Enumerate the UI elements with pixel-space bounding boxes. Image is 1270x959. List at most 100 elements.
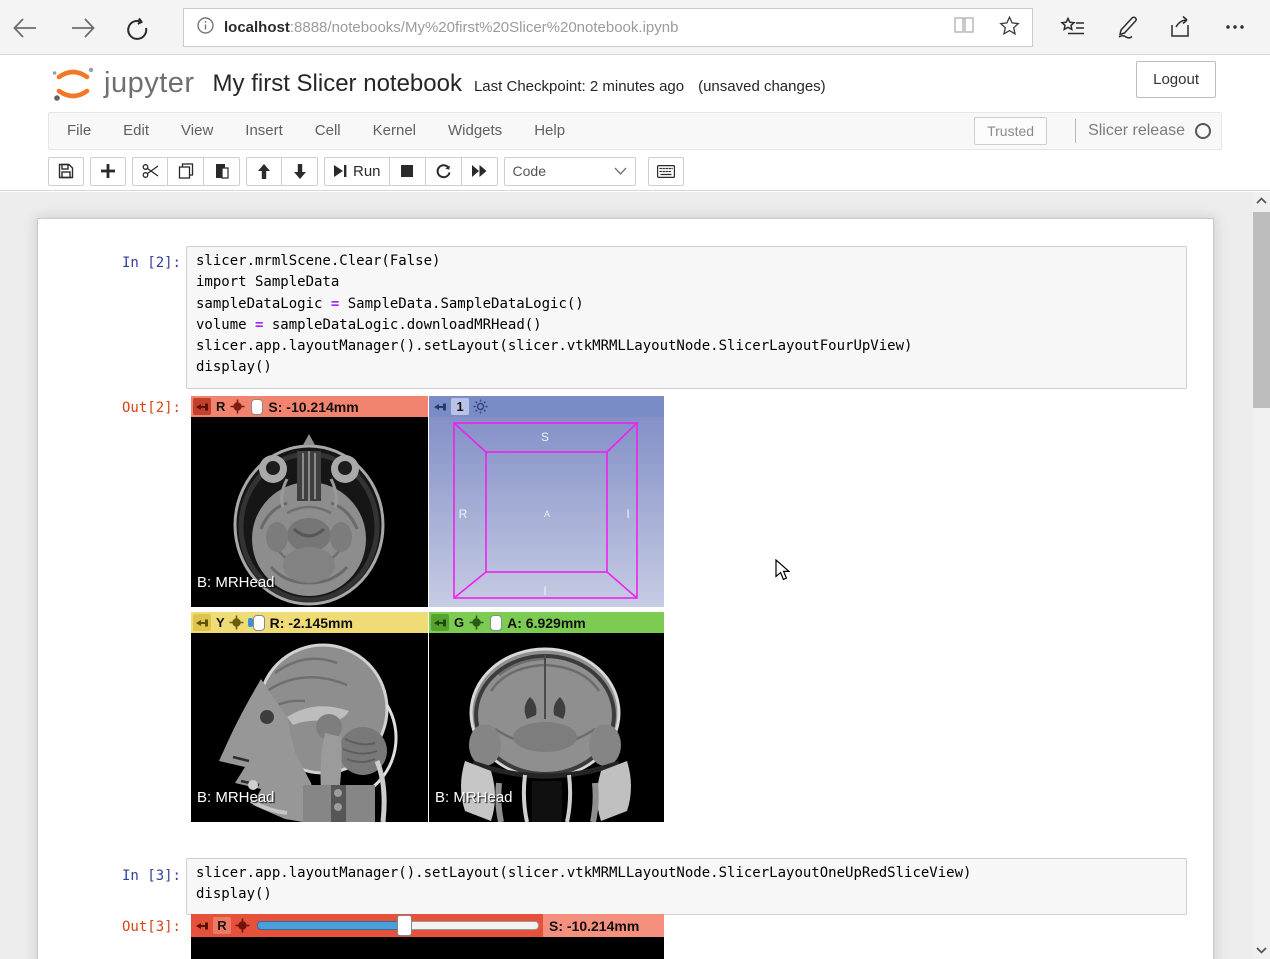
green-crosshair-button[interactable]: [467, 614, 485, 631]
menu-file[interactable]: File: [49, 113, 107, 149]
cell-type-dropdown[interactable]: Code: [504, 157, 636, 186]
svg-text:I: I: [543, 584, 546, 598]
red-crosshair-button[interactable]: [228, 398, 246, 415]
oneup-view-letter-tile: R: [213, 917, 231, 934]
url-text: localhost:8888/notebooks/My%20first%20Sl…: [224, 19, 941, 36]
logout-button[interactable]: Logout: [1136, 61, 1216, 98]
in2-code[interactable]: slicer.mrmlScene.Clear(False)import Samp…: [187, 247, 1186, 387]
svg-text:S: S: [541, 430, 549, 444]
menu-insert[interactable]: Insert: [229, 113, 299, 149]
run-button[interactable]: Run: [324, 157, 390, 186]
browser-forward-button[interactable]: [66, 12, 100, 44]
chevron-up-icon: [1256, 197, 1267, 204]
refresh-icon: [125, 16, 149, 40]
in3-code-cell[interactable]: slicer.app.layoutManager().setLayout(sli…: [186, 858, 1187, 915]
mouse-cursor: [775, 559, 790, 581]
menubar-right: Trusted Slicer release: [974, 117, 1221, 145]
move-cell-down-button[interactable]: [282, 157, 318, 186]
web-note-button[interactable]: [1100, 11, 1154, 43]
yellow-crosshair-button[interactable]: [228, 614, 246, 631]
share-button[interactable]: [1154, 11, 1208, 43]
pin-icon: [196, 921, 208, 931]
favorite-star-icon[interactable]: [999, 15, 1020, 41]
slider-empty-track[interactable]: [405, 921, 539, 930]
fourup-layout-output: R S: -10.214mm: [191, 396, 664, 823]
move-cell-up-button[interactable]: [246, 157, 282, 186]
scrollbar-thumb[interactable]: [1253, 212, 1270, 408]
favorites-hub-button[interactable]: [1046, 11, 1100, 43]
reading-view-icon[interactable]: [953, 16, 975, 39]
interrupt-kernel-button[interactable]: [390, 157, 426, 186]
notebook-title[interactable]: My first Slicer notebook: [213, 70, 462, 98]
in2-code-cell[interactable]: slicer.mrmlScene.Clear(False)import Samp…: [186, 246, 1187, 389]
green-slice-offset: A: 6.929mm: [507, 615, 586, 631]
sun-icon: [473, 399, 488, 414]
save-button[interactable]: [48, 157, 84, 186]
green-slice-image[interactable]: B: MRHead: [429, 633, 664, 822]
yellow-slice-image[interactable]: B: MRHead: [191, 633, 428, 822]
menu-widgets[interactable]: Widgets: [432, 113, 518, 149]
browser-action-icons: [1046, 11, 1262, 43]
scroll-up-button[interactable]: [1253, 192, 1270, 209]
out2-prompt: Out[2]:: [38, 400, 181, 416]
paste-cell-button[interactable]: [204, 157, 240, 186]
red-pin-button[interactable]: [193, 398, 211, 415]
oneup-offset-section: S: -10.214mm: [543, 914, 664, 937]
chevron-down-icon: [614, 167, 627, 175]
menu-help[interactable]: Help: [518, 113, 581, 149]
run-icon: [333, 164, 347, 178]
copy-cell-button[interactable]: [168, 157, 204, 186]
red-slice-slider-handle[interactable]: [251, 399, 263, 415]
pin-icon: [434, 618, 446, 628]
red-slice-image[interactable]: B: MRHead: [191, 417, 428, 607]
threed-scene[interactable]: S R I I A: [429, 417, 664, 607]
browser-refresh-button[interactable]: [120, 12, 154, 44]
oneup-crosshair-button[interactable]: [233, 917, 251, 934]
restart-run-all-button[interactable]: [462, 157, 498, 186]
yellow-slider-track[interactable]: [248, 618, 253, 627]
oneup-slice-image[interactable]: [191, 937, 664, 959]
slider-handle[interactable]: [397, 915, 412, 936]
menu-edit[interactable]: Edit: [107, 113, 165, 149]
browser-back-button[interactable]: [8, 12, 42, 44]
green-slice-header: G A: 6.929mm: [429, 612, 664, 633]
address-bar[interactable]: localhost:8888/notebooks/My%20first%20Sl…: [183, 8, 1033, 47]
menu-view[interactable]: View: [165, 113, 229, 149]
green-pin-button[interactable]: [431, 614, 449, 631]
oneup-pin-button[interactable]: [193, 917, 211, 934]
yellow-slice-header: Y R: -2.145mm: [191, 612, 428, 633]
red-slice-offset: S: -10.214mm: [268, 399, 358, 415]
more-dots-icon: [1222, 15, 1248, 39]
site-info-icon[interactable]: [197, 17, 214, 39]
jupyter-logo[interactable]: jupyter: [50, 65, 195, 103]
page-scrollbar[interactable]: [1253, 192, 1270, 959]
oneup-slice-slider[interactable]: [257, 914, 539, 937]
slider-filled-track[interactable]: [257, 921, 405, 930]
green-slice-view: G A: 6.929mm: [429, 612, 664, 822]
jupyter-title-row: jupyter My first Slicer notebook Last Ch…: [0, 56, 1270, 111]
browser-more-button[interactable]: [1208, 11, 1262, 43]
command-palette-button[interactable]: [648, 157, 684, 186]
trusted-button[interactable]: Trusted: [974, 117, 1047, 145]
jupyter-header: jupyter My first Slicer notebook Last Ch…: [0, 56, 1270, 191]
crosshair-icon: [235, 918, 250, 933]
svg-text:I: I: [626, 507, 629, 521]
out3-prompt: Out[3]:: [38, 919, 181, 935]
menu-kernel[interactable]: Kernel: [357, 113, 432, 149]
threed-bounding-box-image: S R I I A: [429, 417, 664, 607]
cut-cell-button[interactable]: [132, 157, 168, 186]
in3-code[interactable]: slicer.app.layoutManager().setLayout(sli…: [187, 859, 1186, 914]
threed-pin-button[interactable]: [431, 398, 449, 415]
restart-kernel-button[interactable]: [426, 157, 462, 186]
add-cell-button[interactable]: [90, 157, 126, 186]
threed-spin-button[interactable]: [471, 398, 489, 415]
crosshair-icon: [230, 399, 245, 414]
green-slice-slider-handle[interactable]: [490, 615, 502, 631]
yellow-pin-button[interactable]: [193, 614, 211, 631]
checkpoint-status: Last Checkpoint: 2 minutes ago: [474, 72, 684, 95]
menu-cell[interactable]: Cell: [299, 113, 357, 149]
scroll-down-button[interactable]: [1253, 942, 1270, 959]
yellow-slice-slider-handle[interactable]: [253, 615, 265, 631]
oneup-slice-offset: S: -10.214mm: [549, 918, 639, 934]
pin-icon: [434, 402, 446, 412]
